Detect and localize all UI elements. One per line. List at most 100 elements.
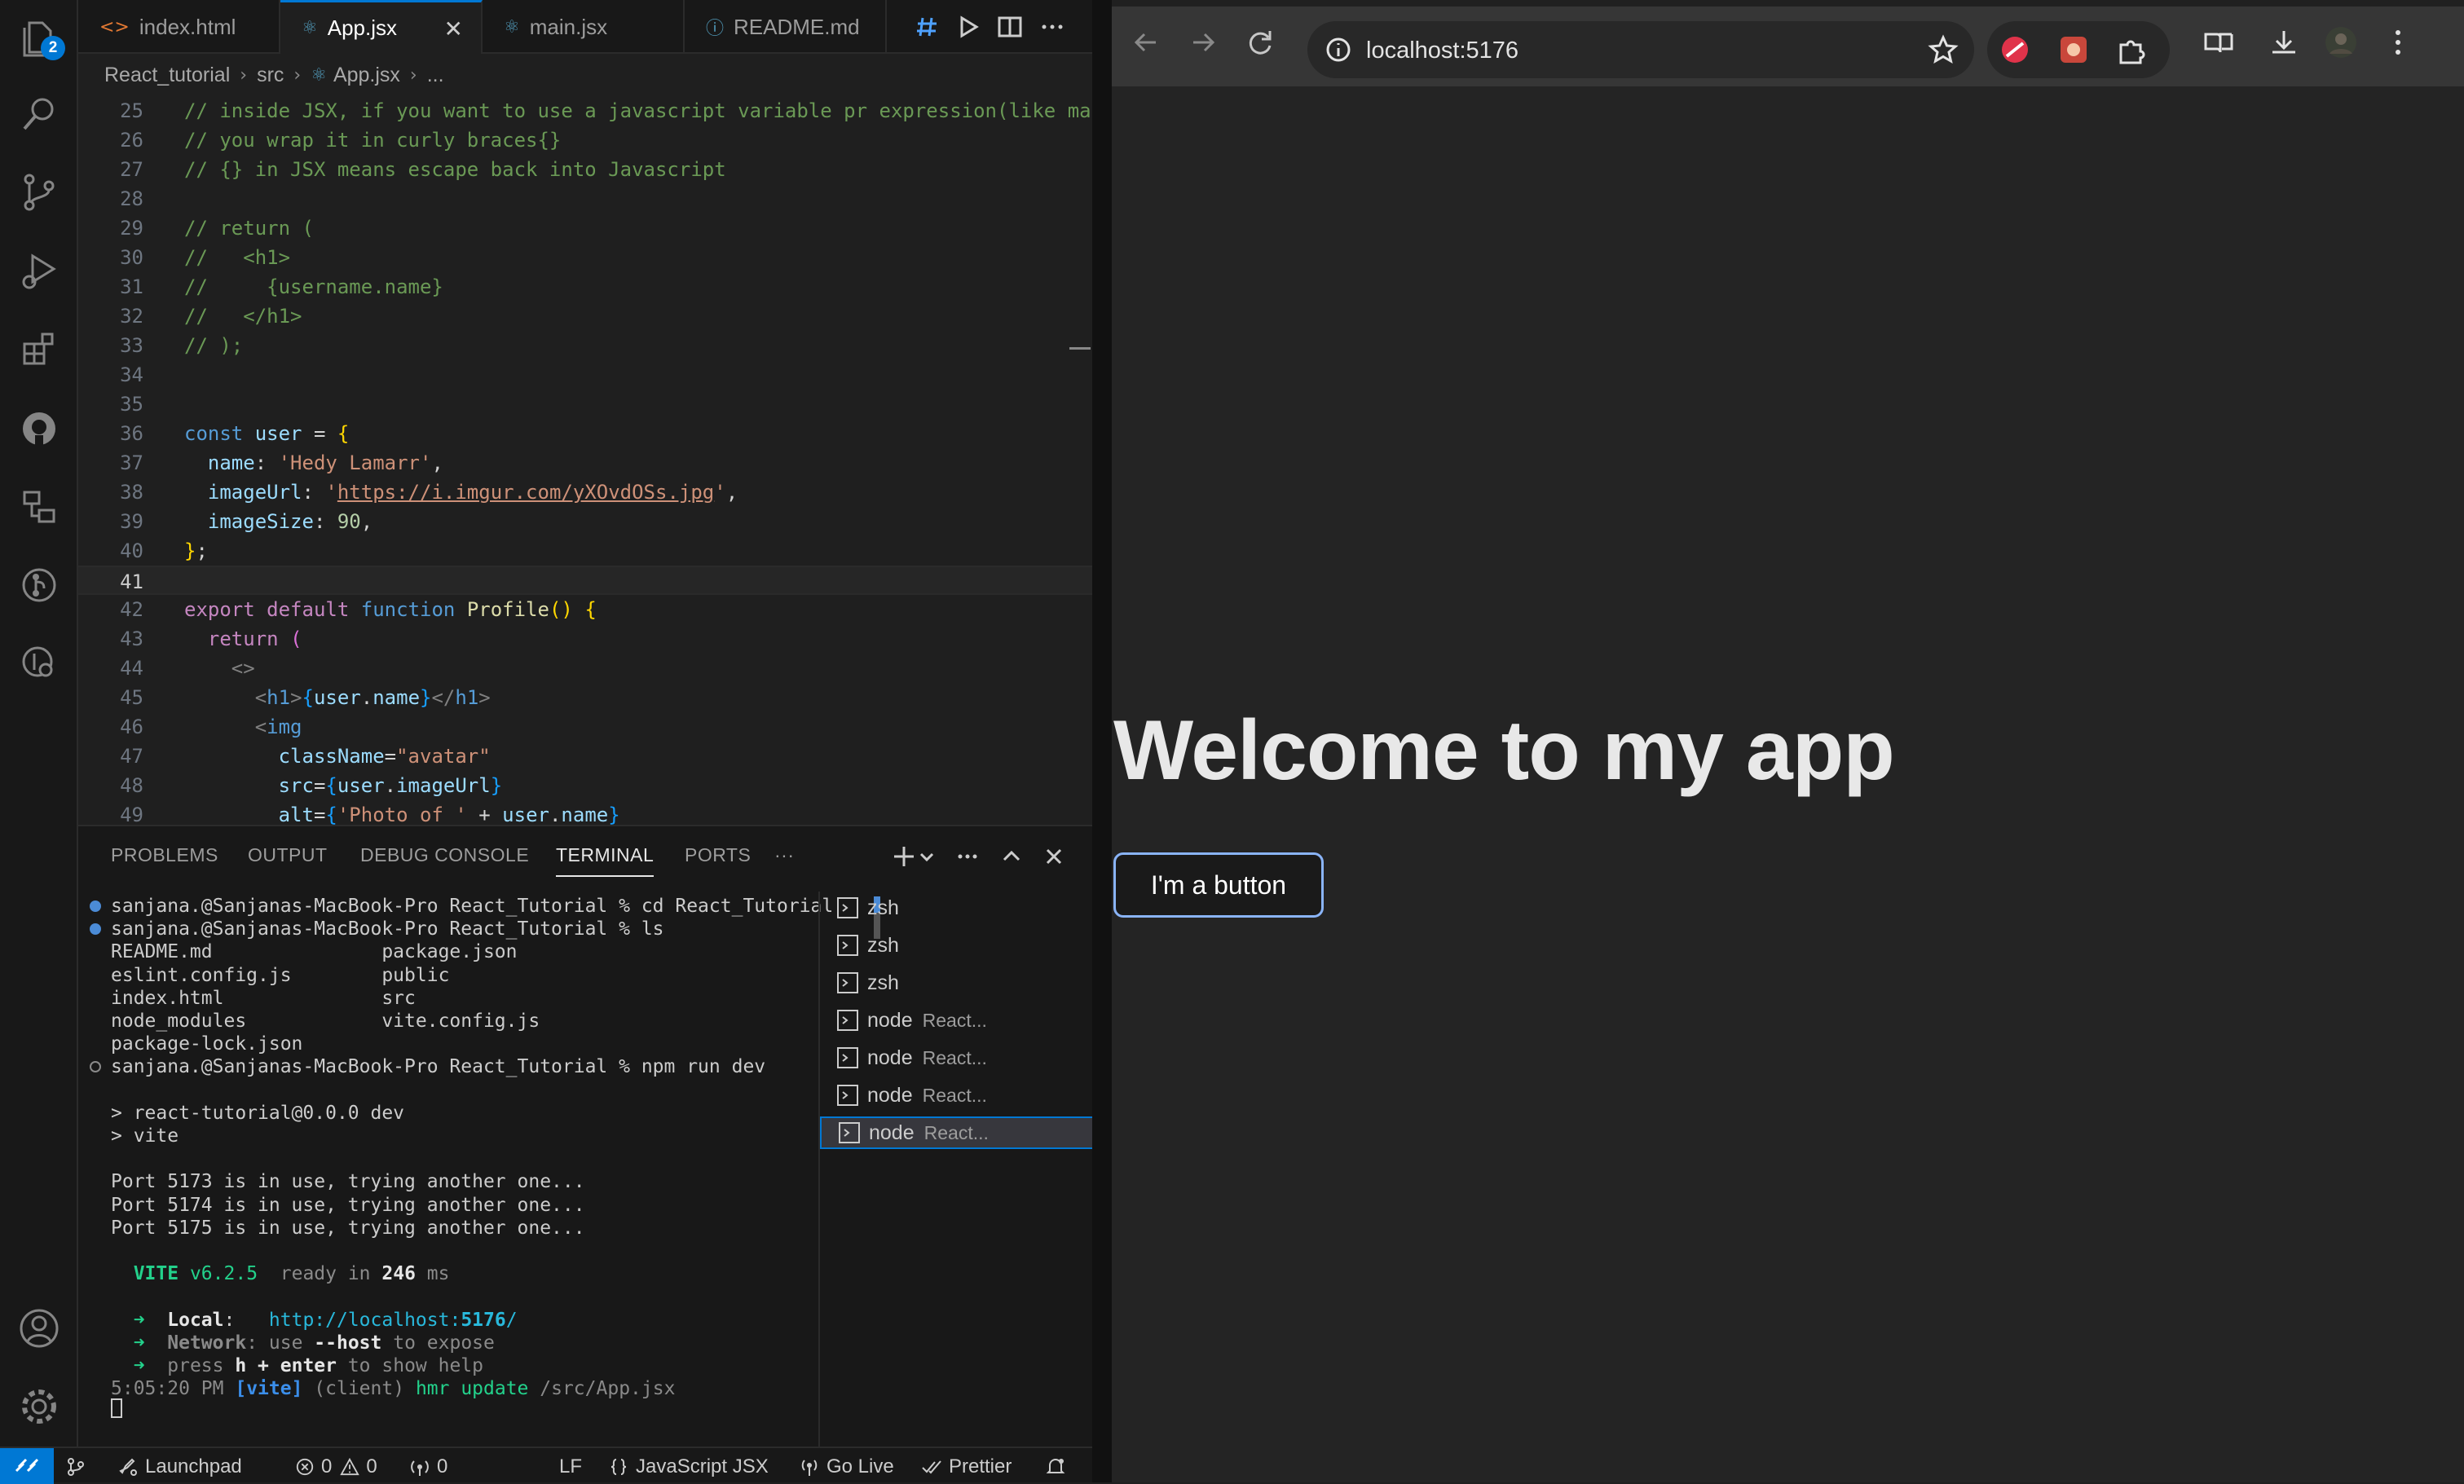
extensions-icon[interactable] — [16, 326, 62, 372]
code-line[interactable]: 43 return ( — [78, 624, 1092, 654]
address-url[interactable]: localhost:5176 — [1366, 37, 1519, 64]
extension-screenshot-icon[interactable] — [2057, 33, 2090, 66]
command-decoration-icon[interactable] — [90, 901, 101, 912]
code-line[interactable]: 44 <> — [78, 654, 1092, 683]
notifications-bell-icon[interactable] — [1045, 1455, 1073, 1479]
address-bar[interactable]: localhost:5176 — [1307, 21, 1974, 78]
code-line[interactable]: 29 // return ( — [78, 214, 1092, 243]
code-line[interactable]: 30 // <h1> — [78, 243, 1092, 272]
forward-arrow-icon[interactable] — [1185, 24, 1221, 60]
back-arrow-icon[interactable] — [1128, 24, 1164, 60]
code-line[interactable]: 36 const user = { — [78, 419, 1092, 448]
remote-indicator[interactable] — [0, 1448, 54, 1484]
code-text[interactable]: <img — [184, 712, 302, 742]
tab-debug-console[interactable]: DEBUG CONSOLE — [360, 844, 529, 866]
code-text[interactable]: // return ( — [184, 214, 314, 243]
code-text[interactable]: src={user.imageUrl} — [184, 771, 503, 800]
go-live-button[interactable]: Go Live — [799, 1455, 894, 1479]
profile-avatar[interactable] — [2323, 24, 2359, 60]
panel-more-tabs[interactable]: ··· — [774, 844, 794, 866]
new-terminal-icon[interactable] — [890, 843, 918, 870]
gitlens-icon[interactable] — [16, 562, 62, 608]
code-line[interactable]: 27 // {} in JSX means escape back into Ja… — [78, 155, 1092, 184]
code-line[interactable]: 34 — [78, 360, 1092, 390]
code-text[interactable]: }; — [184, 536, 208, 566]
code-line[interactable]: 45 <h1>{user.name}</h1> — [78, 683, 1092, 712]
run-debug-icon[interactable] — [16, 248, 62, 293]
breadcrumb-folder[interactable]: src — [257, 64, 284, 87]
code-text[interactable]: alt={'Photo of ' + user.name} — [184, 800, 620, 825]
breadcrumb-project[interactable]: React_tutorial — [104, 64, 230, 87]
terminal-list-item[interactable]: node React... — [820, 1004, 1094, 1037]
code-line[interactable]: 31 // {username.name} — [78, 272, 1092, 302]
terminal-list-item[interactable]: node React... — [820, 1079, 1094, 1112]
code-line[interactable]: 46 <img — [78, 712, 1092, 742]
prettier-indicator[interactable]: Prettier — [921, 1455, 1012, 1479]
code-text[interactable]: // </h1> — [184, 302, 302, 331]
extensions-puzzle-icon[interactable] — [2114, 33, 2147, 66]
language-mode[interactable]: JavaScript JSX — [608, 1455, 769, 1479]
code-text[interactable]: imageUrl: 'https://i.imgur.com/yXOvdOSs.… — [184, 478, 738, 507]
search-icon[interactable] — [16, 91, 62, 137]
eol-indicator[interactable]: LF — [559, 1455, 582, 1479]
code-line[interactable]: 38 imageUrl: 'https://i.imgur.com/yXOvdO… — [78, 478, 1092, 507]
code-text[interactable]: // {username.name} — [184, 272, 443, 302]
tab-terminal[interactable]: TERMINAL — [556, 844, 655, 877]
code-line[interactable]: 37 name: 'Hedy Lamarr', — [78, 448, 1092, 478]
tab-output[interactable]: OUTPUT — [248, 844, 328, 866]
hash-icon[interactable] — [911, 11, 942, 42]
code-line[interactable]: 40}; — [78, 536, 1092, 566]
extension-red-icon[interactable] — [1999, 33, 2031, 66]
code-line[interactable]: 39 imageSize: 90, — [78, 507, 1092, 536]
git-graph-icon[interactable] — [65, 1455, 93, 1479]
code-line[interactable]: 42 export default function Profile() { — [78, 595, 1092, 624]
code-line[interactable]: 25 // inside JSX, if you want to use a ja… — [78, 96, 1092, 126]
gitlens-inspect-icon[interactable] — [16, 641, 62, 686]
page-button[interactable]: I'm a button — [1113, 852, 1324, 918]
code-editor[interactable]: 25 // inside JSX, if you want to use a ja… — [78, 93, 1092, 825]
terminal-list-item[interactable]: node React... — [820, 1041, 1094, 1074]
close-panel-icon[interactable] — [1040, 843, 1068, 870]
code-text[interactable]: const user = { — [184, 419, 349, 448]
terminal-list-item[interactable]: node React... — [820, 1116, 1094, 1149]
tab-app-jsx[interactable]: ⚛ App.jsx ✕ — [280, 0, 483, 54]
reading-mode-icon[interactable] — [2201, 24, 2237, 60]
code-line[interactable]: 49 alt={'Photo of ' + user.name} — [78, 800, 1092, 825]
terminal-list-item[interactable]: zsh — [820, 892, 1094, 924]
code-line[interactable]: 28 — [78, 184, 1092, 214]
code-text[interactable]: // ); — [184, 331, 243, 360]
code-line[interactable]: 47 className="avatar" — [78, 742, 1092, 771]
code-text[interactable]: // inside JSX, if you want to use a java… — [184, 96, 1091, 126]
code-line[interactable]: 33 // ); — [78, 331, 1092, 360]
code-text[interactable]: return ( — [184, 624, 302, 654]
code-line[interactable]: 41 — [78, 566, 1092, 595]
download-icon[interactable] — [2266, 24, 2302, 60]
close-tab-icon[interactable]: ✕ — [444, 15, 463, 42]
code-line[interactable]: 26 // you wrap it in curly braces{} — [78, 126, 1092, 155]
code-text[interactable]: export default function Profile() { — [184, 595, 597, 624]
ports-indicator[interactable]: 0 — [409, 1455, 447, 1479]
site-info-icon[interactable] — [1324, 35, 1353, 64]
tab-main-jsx[interactable]: ⚛ main.jsx — [483, 0, 685, 54]
command-decoration-icon[interactable] — [90, 1061, 101, 1073]
more-actions-icon[interactable] — [1037, 11, 1068, 42]
settings-gear-icon[interactable] — [16, 1384, 62, 1429]
maximize-panel-icon[interactable] — [998, 843, 1025, 870]
problems-indicator[interactable]: 0 0 — [295, 1455, 377, 1479]
code-text[interactable]: imageSize: 90, — [184, 507, 372, 536]
code-line[interactable]: 48 src={user.imageUrl} — [78, 771, 1092, 800]
tab-index-html[interactable]: <> index.html — [78, 0, 280, 54]
tab-problems[interactable]: PROBLEMS — [111, 844, 218, 866]
explorer-icon[interactable]: 2 — [16, 15, 65, 60]
terminal-list-item[interactable]: zsh — [820, 967, 1094, 999]
tab-readme-md[interactable]: ⓘ README.md — [685, 0, 887, 54]
launchpad-button[interactable]: Launchpad — [117, 1455, 242, 1479]
github-icon[interactable] — [16, 406, 62, 451]
breadcrumb-file[interactable]: App.jsx — [333, 64, 400, 87]
account-icon[interactable] — [16, 1306, 62, 1351]
command-decoration-icon[interactable] — [90, 923, 101, 936]
code-text[interactable]: // <h1> — [184, 243, 290, 272]
browser-menu-icon[interactable] — [2380, 24, 2416, 60]
reload-icon[interactable] — [1242, 24, 1278, 60]
code-text[interactable]: name: 'Hedy Lamarr', — [184, 448, 443, 478]
